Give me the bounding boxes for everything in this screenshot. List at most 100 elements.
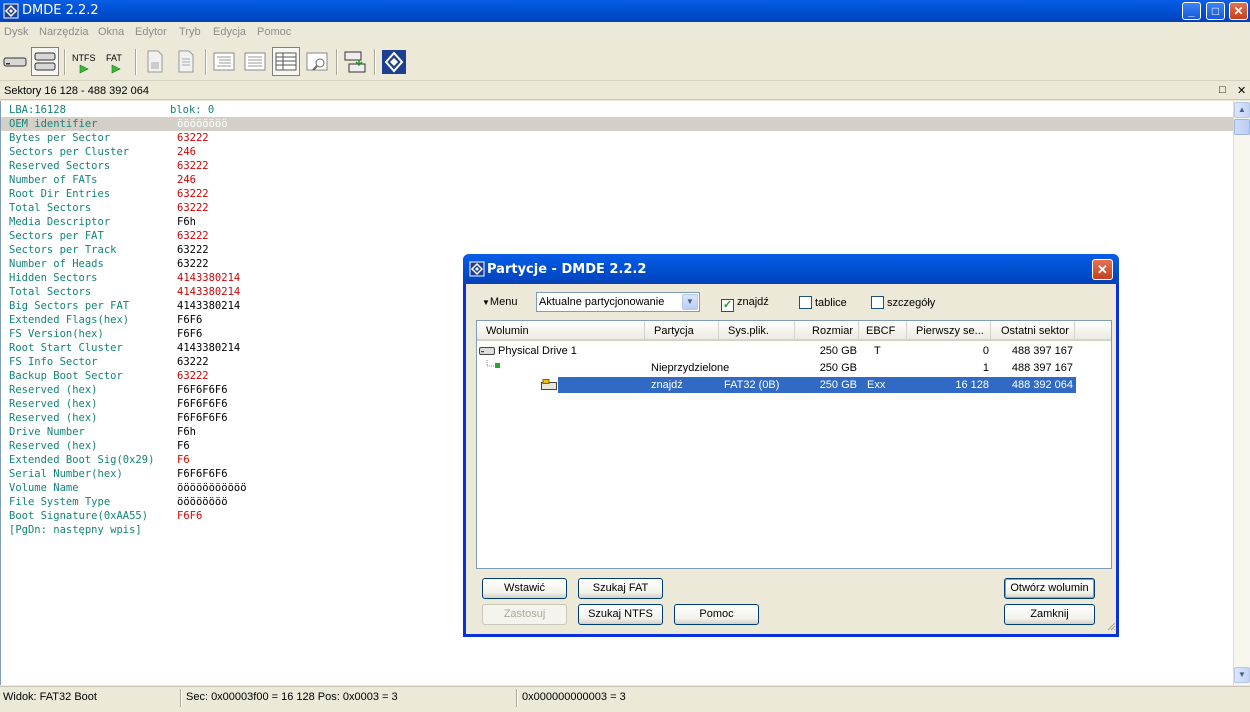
fat-button[interactable]: FAT [102,47,130,76]
search-fat-button[interactable]: Szukaj FAT [578,578,663,599]
column-header-partycja[interactable]: Partycja [645,321,719,341]
row-first-sector: 0 [982,345,989,357]
field-row[interactable]: Number of FATs 246 [1,173,1233,187]
field-name: Sectors per Cluster [9,146,130,158]
field-row[interactable]: Sectors per FAT 63222 [1,229,1233,243]
field-value: F6 [177,454,190,466]
app-icon [469,261,485,277]
column-header-rozmiar[interactable]: Rozmiar [795,321,859,341]
row-partycja: Nieprzydzielone [651,362,730,374]
file-button[interactable] [141,47,169,76]
menu-edytor[interactable]: Edytor [135,26,167,38]
view-table-button[interactable] [272,47,300,76]
column-header-ostatni-sektor[interactable]: Ostatni sektor [991,321,1075,341]
column-header-pierwszy-sektor[interactable]: Pierwszy se... [907,321,991,341]
dmde-logo-button[interactable] [380,47,408,76]
field-row[interactable]: Sectors per Cluster 246 [1,145,1233,159]
copy-sectors-icon [344,51,366,73]
menu-tryb[interactable]: Tryb [179,26,201,38]
dialog-title-bar[interactable]: Partycje - DMDE 2.2.2 ✕ [463,254,1119,284]
partitions-list[interactable]: Wolumin Partycja Sys.plik. Rozmiar EBCF … [476,320,1112,569]
field-value: F6F6 [177,314,203,326]
menu-pomoc[interactable]: Pomoc [257,26,291,38]
dialog-menu-button[interactable]: ▼Menu [482,296,517,308]
field-row[interactable]: Bytes per Sector 63222 [1,131,1233,145]
close-icon[interactable]: ✕ [1237,84,1246,97]
column-header-ebcf[interactable]: EBCF [859,321,907,341]
checkbox-label: szczegóły [887,297,936,309]
app-icon [3,3,19,19]
list-item-unallocated[interactable]: Nieprzydzielone 250 GB 1 488 397 167 [477,360,1111,377]
table-view-icon [275,52,297,71]
menu-dysk[interactable]: Dysk [4,26,28,38]
row-ebcf: T [874,345,881,357]
checkbox-znajdz[interactable]: ✓ znajdź [721,296,769,312]
list-item-physical-drive[interactable]: Physical Drive 1 250 GB T 0 488 397 167 [477,343,1111,360]
field-value: 63222 [177,356,209,368]
checkbox-tablice[interactable]: tablice [799,296,847,309]
checkbox-box[interactable] [799,296,812,309]
next-entry-hint[interactable]: [PgDn: następny wpis] [9,523,142,537]
field-row[interactable]: OEM identifier öööööööö [1,117,1233,131]
field-name: Drive Number [9,426,85,438]
field-name: Boot Signature(0xAA55) [9,510,149,522]
status-separator [516,689,518,707]
field-name: Reserved (hex) [9,384,98,396]
row-rozmiar: 250 GB [819,379,857,391]
toolbar-separator [374,49,376,75]
field-value: 4143380214 [177,286,241,298]
field-row[interactable]: Root Dir Entries 63222 [1,187,1233,201]
field-row[interactable]: Reserved Sectors 63222 [1,159,1233,173]
ntfs-button[interactable]: NTFS [70,47,98,76]
list-item-found-partition[interactable]: znajdź FAT32 (0B) 250 GB Exx 16 128 488 … [477,377,1111,394]
scroll-thumb[interactable] [1234,119,1250,135]
field-name: Media Descriptor [9,216,111,228]
help-button[interactable]: Pomoc [674,604,759,625]
close-dialog-button[interactable]: Zamknij [1004,604,1095,625]
checkbox-box[interactable] [871,296,884,309]
open-volume-button[interactable]: Otwórz wolumin [1004,578,1095,599]
disk-select-button[interactable] [1,47,29,76]
insert-button[interactable]: Wstawić [482,578,567,599]
vertical-scrollbar[interactable]: ▲ ▼ [1233,101,1250,685]
column-header-wolumin[interactable]: Wolumin [477,321,645,341]
minimize-button[interactable]: _ [1182,2,1201,20]
copy-sectors-button[interactable] [341,47,369,76]
field-value: 63222 [177,132,209,144]
view-tree-button[interactable] [210,47,238,76]
status-sector: Sec: 0x00003f00 = 16 128 Pos: 0x0003 = 3 [186,691,398,703]
close-button[interactable]: ✕ [1229,2,1248,20]
maximize-button[interactable]: □ [1206,2,1225,20]
view-search-button[interactable] [303,47,331,76]
field-name: FS Version(hex) [9,328,104,340]
dialog-close-button[interactable]: ✕ [1092,259,1113,280]
apply-button[interactable]: Zastosuj [482,604,567,625]
scroll-down-button[interactable]: ▼ [1234,667,1250,683]
partitions-icon [34,52,56,71]
status-separator [180,689,182,707]
search-ntfs-button[interactable]: Szukaj NTFS [578,604,663,625]
menu-narzedzia[interactable]: Narzędzia [39,26,89,38]
play-icon [111,64,121,74]
field-name: Root Dir Entries [9,188,111,200]
partitioning-select[interactable]: Aktualne partycjonowanie ▼ [536,292,700,312]
partitions-button[interactable] [31,47,59,76]
file-icon [147,50,163,73]
tree-view-icon [213,52,235,71]
field-row[interactable]: Media Descriptor F6h [1,215,1233,229]
menu-edycja[interactable]: Edycja [213,26,246,38]
column-header-sys-plik[interactable]: Sys.plik. [719,321,795,341]
sectors-range: Sektory 16 128 - 488 392 064 [4,85,149,97]
resize-grip-icon[interactable] [1106,621,1116,631]
scroll-up-button[interactable]: ▲ [1234,102,1250,118]
checkbox-box[interactable]: ✓ [721,299,734,312]
checkbox-szczegoly[interactable]: szczegóły [871,296,935,309]
file-edit-button[interactable] [172,47,200,76]
view-list-button[interactable] [241,47,269,76]
menu-okna[interactable]: Okna [98,26,124,38]
partitioning-select-value: Aktualne partycjonowanie [539,296,665,308]
field-row[interactable]: Total Sectors 63222 [1,201,1233,215]
field-name: Extended Boot Sig(0x29) [9,454,155,466]
chevron-down-icon[interactable]: ▼ [682,294,698,310]
restore-icon[interactable]: □ [1219,84,1226,96]
